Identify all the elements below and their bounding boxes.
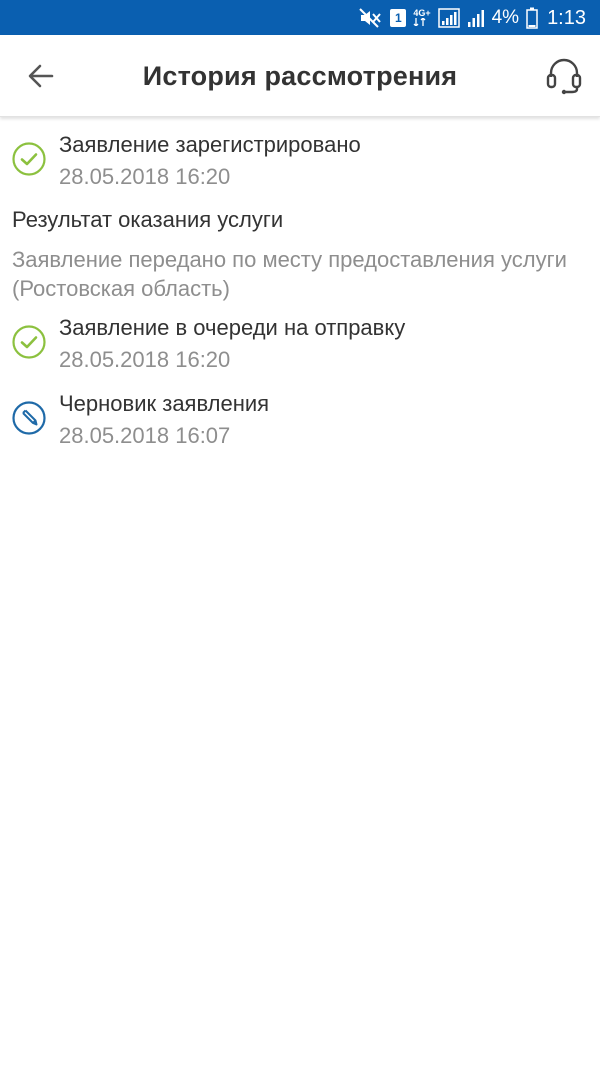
result-text: Заявление передано по месту предоставлен…	[12, 247, 567, 301]
clock: 1:13	[547, 6, 586, 29]
signal-icon	[467, 7, 485, 29]
history-item-date: 28.05.2018 16:07	[59, 423, 231, 448]
history-item-date: 28.05.2018 16:20	[59, 347, 231, 372]
signal-4g-icon: 4G+	[413, 7, 431, 29]
history-item-date: 28.05.2018 16:20	[59, 164, 231, 189]
check-circle-icon	[12, 142, 46, 176]
notification-badge-icon: 1	[390, 7, 407, 29]
signal-box-icon	[437, 7, 460, 29]
battery-icon	[526, 7, 538, 29]
network-label: 4G+	[413, 8, 431, 18]
status-bar: 1 4G+ 4% 1:13	[0, 0, 600, 35]
page-title: История рассмотрения	[142, 61, 458, 91]
headset-icon	[546, 58, 582, 95]
pencil-circle-icon	[12, 401, 46, 435]
result-title: Результат оказания услуги	[12, 207, 284, 232]
result-block: Результат оказания услуги Заявление пере…	[12, 206, 582, 303]
battery-percent: 4%	[491, 6, 520, 28]
history-item-title: Заявление в очереди на отправку	[59, 315, 406, 340]
history-item-title: Заявление зарегистрировано	[59, 132, 361, 157]
check-circle-icon	[12, 325, 46, 359]
notification-badge-count: 1	[390, 8, 407, 27]
support-button[interactable]	[544, 55, 584, 97]
app-bar: История рассмотрения	[0, 35, 600, 117]
history-item-title: Черновик заявления	[59, 391, 270, 416]
mute-icon	[359, 7, 383, 29]
